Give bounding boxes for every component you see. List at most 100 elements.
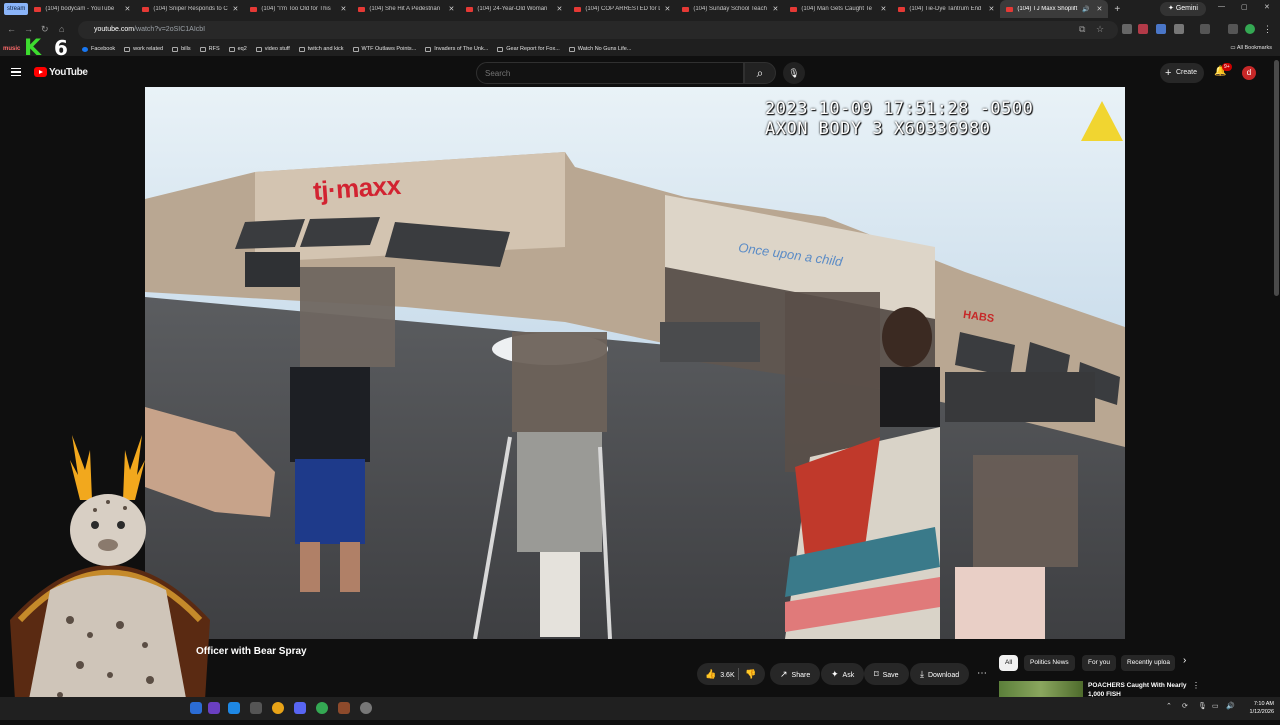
bookmark-folder[interactable]: twitch and kick (298, 46, 344, 52)
all-bookmarks[interactable]: ▭ All Bookmarks (1230, 45, 1272, 51)
video-player[interactable]: tj·maxx Once upon a child HABS 2023-10-0… (145, 87, 1125, 639)
tab-group-label[interactable]: stream (4, 3, 29, 15)
bookmark-item[interactable]: Watch No Guns Life... (568, 46, 631, 52)
system-clock[interactable]: 7:10 AM 1/12/2026 (1238, 700, 1274, 716)
browser-tab[interactable]: (104) Man Gets Caught Te ✕ (784, 0, 892, 18)
share-icon: ↗ (780, 669, 788, 679)
like-button[interactable]: 👍 3.6K (705, 663, 735, 687)
chrome-icon[interactable] (272, 702, 284, 714)
app-icon[interactable] (316, 702, 328, 714)
monitor-icon[interactable]: ▭ (1212, 702, 1219, 710)
close-tab-icon[interactable]: ✕ (556, 5, 562, 13)
browser-tab[interactable]: (104) Sniper Responds to C ✕ (136, 0, 244, 18)
chevron-up-icon[interactable]: ⌃ (1166, 702, 1172, 710)
close-tab-icon[interactable]: ✕ (1096, 5, 1102, 13)
brand-small-text: music (3, 46, 21, 52)
extension-icon[interactable] (1156, 24, 1166, 34)
close-tab-icon[interactable]: ✕ (124, 5, 130, 13)
browser-tab[interactable]: (104) She Hit A Pedestrian ✕ (352, 0, 460, 18)
bookmark-star-icon[interactable]: ☆ (1096, 24, 1104, 35)
start-icon[interactable] (190, 702, 202, 714)
bookmark-item[interactable]: Gear Report for Fox... (497, 46, 560, 52)
bookmark-folder[interactable]: work related (124, 46, 163, 52)
close-window-icon[interactable]: ✕ (1264, 3, 1270, 11)
create-button[interactable]: + Create (1160, 63, 1204, 83)
more-actions-button[interactable]: ⋯ (974, 663, 990, 685)
close-tab-icon[interactable]: ✕ (772, 5, 778, 13)
bookmark-item[interactable]: Invaders of The Unk... (425, 46, 488, 52)
close-tab-icon[interactable]: ✕ (988, 5, 994, 13)
mic-icon[interactable]: 🎙 (1198, 702, 1207, 710)
chip-recently-uploaded[interactable]: Recently uploa (1121, 655, 1175, 671)
browser-tab[interactable]: (104) Tie-Dye Tantrum End ✕ (892, 0, 1000, 18)
dislike-button[interactable]: 👎 (745, 663, 756, 685)
puzzle-icon[interactable] (1174, 24, 1184, 34)
bookmark-folder[interactable]: eq2 (228, 46, 247, 52)
bookmark-item[interactable]: WTF Outlaws Points... (352, 46, 416, 52)
app-icon[interactable] (338, 702, 350, 714)
app-icon[interactable] (228, 702, 240, 714)
avatar[interactable]: d (1242, 66, 1256, 80)
url-field[interactable]: youtube.com/watch?v=2oSIC1AIcbI (78, 21, 1118, 39)
forward-icon[interactable]: → (24, 24, 33, 34)
search-button[interactable]: ⌕ (744, 62, 776, 84)
bookmark-label: RFS (208, 46, 220, 52)
chip-politics-news[interactable]: Politics News (1024, 655, 1075, 671)
reload-icon[interactable]: ↻ (41, 24, 49, 35)
discord-icon[interactable] (294, 702, 306, 714)
close-tab-icon[interactable]: ✕ (340, 5, 346, 13)
chip-for-you[interactable]: For you (1082, 655, 1117, 671)
ask-button[interactable]: ✦ Ask (821, 663, 865, 685)
browser-tab[interactable]: (104) COP ARRESTED for D ✕ (568, 0, 676, 18)
profile-icon[interactable] (1245, 24, 1255, 34)
axon-logo-icon (1081, 101, 1123, 141)
clock-time: 7:10 AM (1253, 701, 1274, 707)
settings-icon[interactable] (360, 702, 372, 714)
bookmark-item[interactable]: Facebook (82, 46, 115, 52)
new-tab-button[interactable]: + (1114, 4, 1120, 15)
menu-dots-icon[interactable]: ⋮ (1263, 24, 1272, 35)
gemini-button[interactable]: ✦ Gemini (1160, 2, 1206, 16)
install-icon[interactable]: ⧉ (1079, 24, 1085, 35)
chevron-right-icon[interactable]: › (1183, 655, 1186, 666)
voice-search-button[interactable]: 🎙 (783, 62, 805, 84)
gemini-label: Gemini (1175, 5, 1198, 12)
cast-icon[interactable] (1228, 24, 1238, 34)
close-tab-icon[interactable]: ✕ (880, 5, 886, 13)
share-button[interactable]: ↗ Share (770, 663, 821, 685)
bookmark-folder[interactable]: bills (172, 46, 191, 52)
sync-icon[interactable]: ⟳ (1182, 702, 1188, 710)
chip-all[interactable]: All (999, 655, 1019, 671)
browser-tab[interactable]: (104) 24-Year-Old Woman ✕ (460, 0, 568, 18)
folder-icon (228, 46, 235, 52)
recommendation-menu-icon[interactable]: ⋮ (1192, 681, 1200, 690)
minimize-icon[interactable]: — (1218, 3, 1225, 10)
save-button[interactable]: ⌑ Save (864, 663, 909, 685)
search-input[interactable] (476, 62, 744, 84)
back-icon[interactable]: ← (7, 24, 16, 34)
maximize-icon[interactable]: ▢ (1241, 3, 1248, 11)
sidepanel-icon[interactable] (1200, 24, 1210, 34)
browser-tab-active[interactable]: (104) TJ Maxx Shoplift 🔊 ✕ (1000, 0, 1109, 18)
recommendation-thumbnail[interactable] (999, 681, 1083, 697)
speaker-icon[interactable]: 🔊 (1082, 6, 1089, 13)
page-scrollbar[interactable] (1273, 60, 1280, 697)
volume-icon[interactable]: 🔊 (1226, 702, 1235, 710)
bookmark-folder[interactable]: RFS (199, 46, 220, 52)
app-icon[interactable] (208, 702, 220, 714)
browser-tab[interactable]: (104) "I'm Too Old for This ✕ (244, 0, 352, 18)
download-button[interactable]: ⤓ Download (910, 663, 970, 685)
home-icon[interactable]: ⌂ (59, 24, 64, 34)
close-tab-icon[interactable]: ✕ (232, 5, 238, 13)
app-icon[interactable] (250, 702, 262, 714)
close-tab-icon[interactable]: ✕ (448, 5, 454, 13)
close-tab-icon[interactable]: ✕ (664, 5, 670, 13)
scrollbar-thumb[interactable] (1274, 60, 1279, 296)
extension-icon[interactable] (1138, 24, 1148, 34)
extension-icon[interactable] (1122, 24, 1132, 34)
browser-tab[interactable]: (104) Sunday School Teach ✕ (676, 0, 784, 18)
bookmark-folder[interactable]: video stuff (255, 46, 290, 52)
browser-tab[interactable]: (104) bodycam - YouTube ✕ (28, 0, 136, 18)
hamburger-menu-icon[interactable] (11, 68, 21, 76)
thumbs-down-icon: 👎 (745, 669, 757, 679)
